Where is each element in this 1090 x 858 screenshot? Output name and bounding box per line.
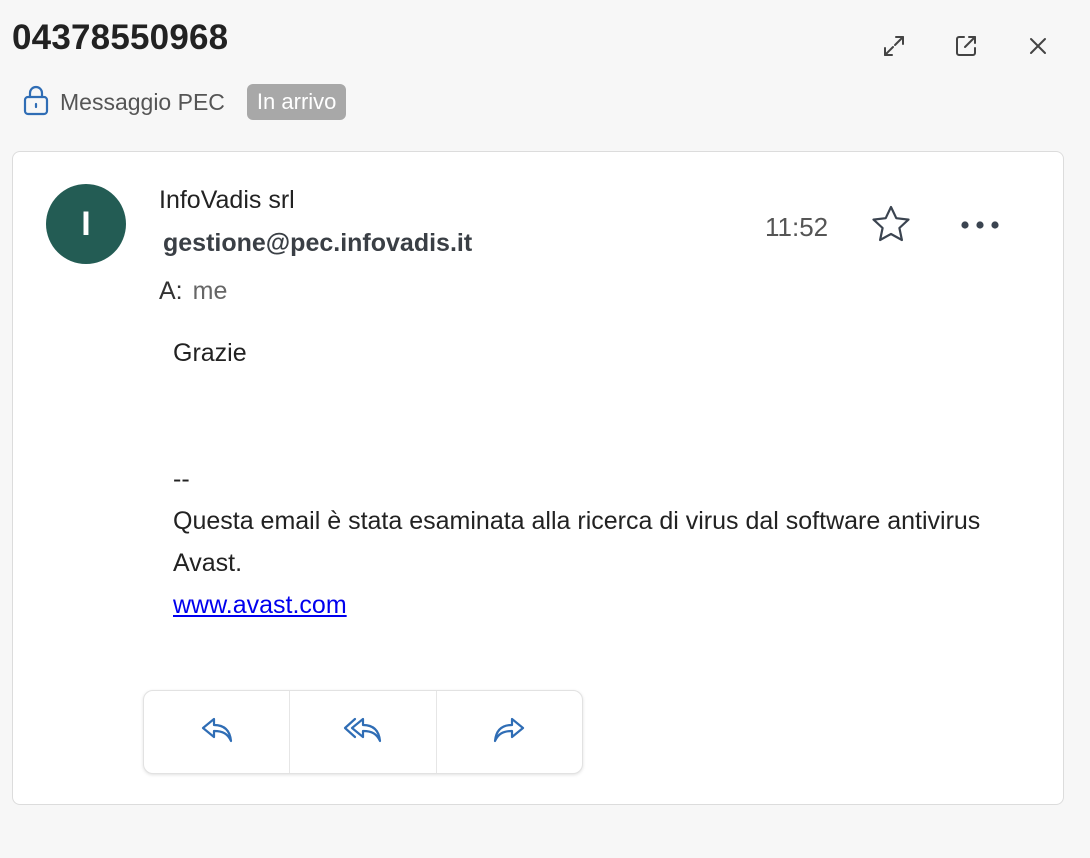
more-options-icon: [960, 217, 1000, 235]
star-button[interactable]: [869, 204, 913, 248]
message-card: I InfoVadis srl gestione@pec.infovadis.i…: [12, 151, 1064, 805]
avatar: I: [46, 184, 126, 264]
body-separator: --: [173, 465, 190, 493]
recipient-value[interactable]: me: [193, 277, 228, 305]
open-external-icon: [953, 33, 979, 59]
avast-link[interactable]: www.avast.com: [173, 591, 347, 619]
antivirus-text: Questa email è stata esaminata alla rice…: [173, 507, 981, 577]
pec-label: Messaggio PEC: [60, 88, 225, 115]
pec-info: Messaggio PEC In arrivo: [22, 84, 347, 121]
message-viewer: 04378550968 Messaggio PEC In arrivo I In…: [0, 0, 1090, 858]
sender-name: InfoVadis srl: [159, 186, 295, 214]
close-button[interactable]: [1022, 30, 1054, 62]
reply-icon: [199, 715, 235, 750]
sender-email[interactable]: gestione@pec.infovadis.it: [163, 229, 472, 258]
forward-icon: [491, 715, 527, 750]
recipient-label: A:: [159, 277, 183, 305]
reply-button[interactable]: [144, 691, 289, 773]
expand-icon: [881, 33, 907, 59]
message-body: Grazie -- Questa email è stata esaminata…: [173, 332, 993, 626]
message-actions: [143, 690, 583, 774]
reply-all-icon: [342, 715, 384, 750]
reply-all-button[interactable]: [289, 691, 435, 773]
open-external-button[interactable]: [950, 30, 982, 62]
expand-button[interactable]: [878, 30, 910, 62]
message-title: 04378550968: [12, 18, 229, 57]
status-badge: In arrivo: [246, 84, 347, 120]
recipient-row: A: me: [159, 277, 227, 306]
close-icon: [1026, 34, 1050, 58]
message-time: 11:52: [765, 212, 829, 242]
more-options-button[interactable]: [955, 208, 1005, 244]
body-greeting: Grazie: [173, 339, 247, 367]
star-icon: [870, 204, 912, 249]
lock-icon: [22, 84, 50, 121]
forward-button[interactable]: [435, 691, 582, 773]
